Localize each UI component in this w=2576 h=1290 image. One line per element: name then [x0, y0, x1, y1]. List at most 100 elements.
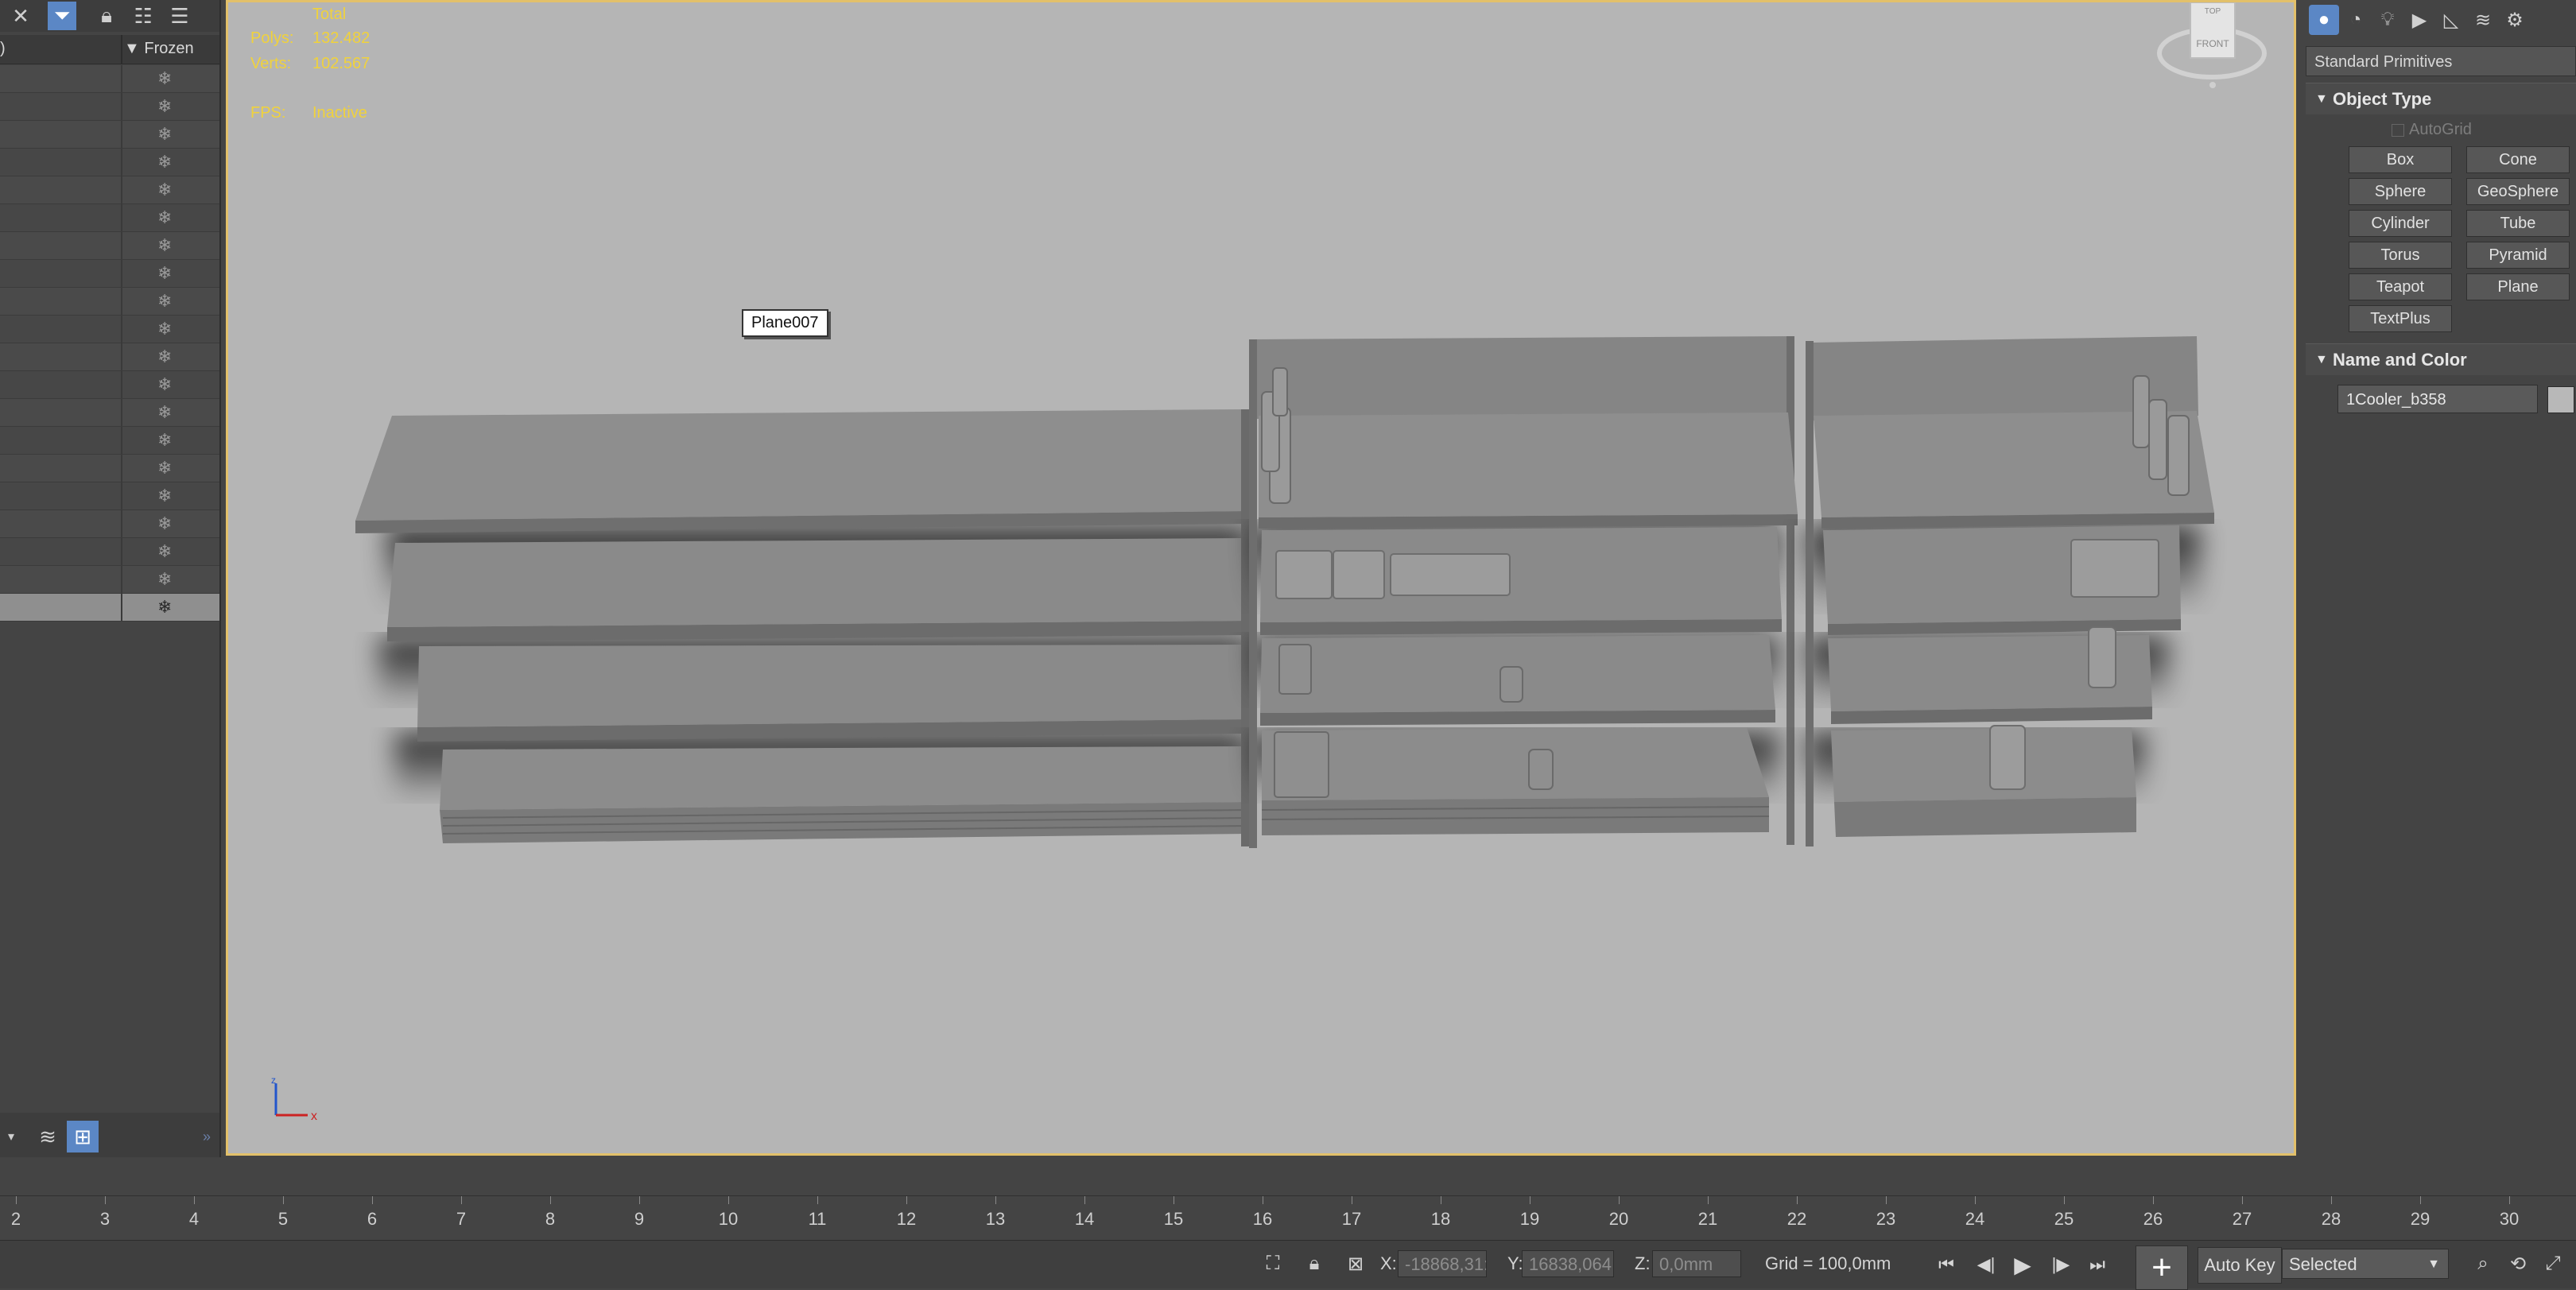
autogrid-checkbox[interactable]: AutoGrid — [2392, 121, 2472, 139]
explorer-row[interactable]: ❄ — [0, 427, 219, 455]
dropdown-arrow-icon[interactable]: ▾ — [0, 1121, 27, 1152]
explorer-row[interactable]: ❄ — [0, 260, 219, 288]
viewcube-top-label[interactable]: TOP — [2205, 7, 2221, 16]
timeline[interactable]: 2 3 4 5 6 7 8 9 10 11 12 13 14 15 16 17 18 19 20 21 22 23 24 25… — [0, 1168, 2576, 1240]
primitive-button-box[interactable]: Box — [2349, 146, 2452, 173]
freeze-icon[interactable]: ❄ — [157, 207, 172, 228]
column-divider[interactable] — [121, 35, 122, 64]
close-icon[interactable]: ✕ — [6, 2, 35, 30]
freeze-icon[interactable]: ❄ — [157, 96, 172, 117]
orbit-icon[interactable]: ⟲ — [2504, 1250, 2531, 1277]
primitive-button-geosphere[interactable]: GeoSphere — [2466, 178, 2570, 205]
name-column-header[interactable]: ) — [0, 40, 6, 58]
explorer-row[interactable]: ❄ — [0, 343, 219, 371]
hierarchy-alt-icon[interactable]: ☰ — [165, 2, 194, 30]
helpers-icon[interactable]: ◺ — [2436, 5, 2466, 35]
freeze-icon[interactable]: ❄ — [157, 569, 172, 590]
set-key-button[interactable]: + — [2136, 1245, 2188, 1290]
freeze-icon[interactable]: ❄ — [157, 235, 172, 256]
explorer-row[interactable]: ❄ — [0, 594, 219, 622]
viewcube-icon[interactable]: TOP FRONT — [2152, 2, 2271, 90]
isolate-selection-icon[interactable]: ⛶ — [1259, 1250, 1286, 1277]
lock-icon[interactable]: 🔒︎ — [92, 2, 121, 30]
cameras-icon[interactable]: ▶ — [2404, 5, 2434, 35]
x-coord-field[interactable]: -18868,31: — [1398, 1250, 1487, 1277]
auto-key-button[interactable]: Auto Key — [2198, 1247, 2282, 1284]
y-coord-field[interactable]: 16838,064 — [1522, 1250, 1614, 1277]
freeze-icon[interactable]: ❄ — [157, 124, 172, 145]
freeze-icon[interactable]: ❄ — [157, 68, 172, 89]
lights-icon[interactable]: 💡︎ — [2372, 5, 2403, 35]
object-type-rollout-header[interactable]: ▼ Object Type — [2306, 83, 2576, 114]
selection-lock-icon[interactable]: 🔒︎ — [1301, 1250, 1328, 1277]
freeze-icon[interactable]: ❄ — [157, 347, 172, 367]
explorer-row[interactable]: ❄ — [0, 65, 219, 93]
timeline-ruler[interactable]: 2 3 4 5 6 7 8 9 10 11 12 13 14 15 16 17 18 19 20 21 22 23 24 25… — [0, 1195, 2576, 1238]
explorer-row[interactable]: ❄ — [0, 288, 219, 316]
freeze-icon[interactable]: ❄ — [157, 319, 172, 339]
explorer-row[interactable]: ❄ — [0, 399, 219, 427]
explorer-row[interactable]: ❄ — [0, 93, 219, 121]
name-and-color-rollout-header[interactable]: ▼ Name and Color — [2306, 343, 2576, 375]
freeze-icon[interactable]: ❄ — [157, 402, 172, 423]
primitive-button-pyramid[interactable]: Pyramid — [2466, 242, 2570, 269]
freeze-icon[interactable]: ❄ — [157, 458, 172, 478]
freeze-icon[interactable]: ❄ — [157, 180, 172, 200]
primitive-button-textplus[interactable]: TextPlus — [2349, 305, 2452, 332]
explorer-row[interactable]: ❄ — [0, 176, 219, 204]
explorer-row[interactable]: ❄ — [0, 538, 219, 566]
primitive-button-plane[interactable]: Plane — [2466, 273, 2570, 300]
freeze-icon[interactable]: ❄ — [157, 291, 172, 312]
freeze-icon[interactable]: ❄ — [157, 374, 172, 395]
explorer-row[interactable]: ❄ — [0, 232, 219, 260]
primitive-button-teapot[interactable]: Teapot — [2349, 273, 2452, 300]
primitive-button-sphere[interactable]: Sphere — [2349, 178, 2452, 205]
primitive-button-torus[interactable]: Torus — [2349, 242, 2452, 269]
geometry-icon[interactable]: ● — [2309, 5, 2339, 35]
hierarchy-icon[interactable]: ☷ — [129, 2, 157, 30]
scene-render[interactable] — [228, 2, 2294, 1153]
freeze-icon[interactable]: ❄ — [157, 597, 172, 618]
viewcube-front-label[interactable]: FRONT — [2196, 38, 2229, 49]
zoom-icon[interactable]: ⌕ — [2469, 1250, 2496, 1277]
shelf-unit-middle[interactable] — [1249, 336, 1798, 848]
freeze-icon[interactable]: ❄ — [157, 513, 172, 534]
explorer-row[interactable]: ❄ — [0, 316, 219, 343]
explorer-row[interactable]: ❄ — [0, 510, 219, 538]
object-color-swatch[interactable] — [2547, 386, 2574, 413]
layers-icon[interactable]: ≋ — [32, 1121, 64, 1152]
freeze-icon[interactable]: ❄ — [157, 486, 172, 506]
freeze-icon[interactable]: ❄ — [157, 263, 172, 284]
primitive-button-cylinder[interactable]: Cylinder — [2349, 210, 2452, 237]
shapes-icon[interactable]: ◔ — [2341, 5, 2371, 35]
expand-icon[interactable]: » — [191, 1121, 223, 1152]
primitive-category-dropdown[interactable]: Standard Primitives — [2306, 46, 2576, 76]
primitive-button-cone[interactable]: Cone — [2466, 146, 2570, 173]
key-filter-dropdown[interactable]: Selected ▼ — [2282, 1249, 2449, 1279]
shelf-unit-long[interactable] — [355, 409, 1249, 846]
freeze-icon[interactable]: ❄ — [157, 152, 172, 172]
explorer-row[interactable]: ❄ — [0, 566, 219, 594]
systems-icon[interactable]: ⚙ — [2500, 5, 2530, 35]
absolute-mode-icon[interactable]: ⊠ — [1342, 1250, 1369, 1277]
spacewarps-icon[interactable]: ≋ — [2468, 5, 2498, 35]
filter-icon[interactable]: ⏷ — [48, 2, 76, 30]
z-coord-field[interactable]: 0,0mm — [1652, 1250, 1741, 1277]
freeze-icon[interactable]: ❄ — [157, 430, 172, 451]
explorer-row[interactable]: ❄ — [0, 371, 219, 399]
frozen-column-header[interactable]: ▼ Frozen — [124, 40, 194, 58]
primitive-button-tube[interactable]: Tube — [2466, 210, 2570, 237]
hierarchy-sort-icon[interactable]: ⊞ — [67, 1121, 99, 1152]
go-to-start-icon[interactable]: ⏮ — [1932, 1252, 1961, 1277]
previous-frame-icon[interactable]: ◀︎| — [1972, 1252, 2000, 1277]
next-frame-icon[interactable]: |▶︎ — [2046, 1252, 2075, 1277]
perspective-viewport[interactable]: Total Polys: 132.482 Verts: 102.567 FPS:… — [226, 0, 2296, 1156]
maximize-viewport-icon[interactable]: ⤢ — [2539, 1250, 2566, 1277]
explorer-row[interactable]: ❄ — [0, 455, 219, 482]
object-name-field[interactable]: 1Cooler_b358 — [2337, 385, 2538, 413]
explorer-row[interactable]: ❄ — [0, 149, 219, 176]
play-icon[interactable]: ▶ — [2008, 1252, 2037, 1277]
explorer-row[interactable]: ❄ — [0, 482, 219, 510]
shelf-unit-right[interactable] — [1806, 336, 2214, 846]
freeze-icon[interactable]: ❄ — [157, 541, 172, 562]
